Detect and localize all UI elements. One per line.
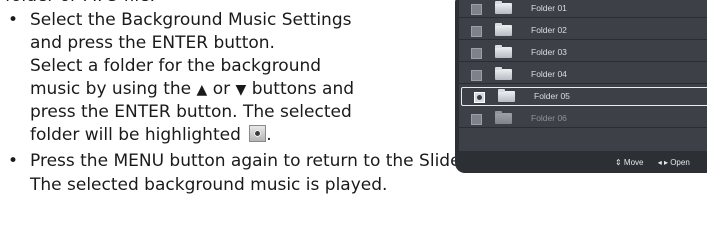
bullet-1-line-6: folder will be highlighted . <box>30 124 272 147</box>
folder-row-3[interactable]: Folder 03 <box>459 44 707 62</box>
folder-icon <box>498 89 515 102</box>
line-4-part-a: music by using the <box>30 79 197 99</box>
down-arrow-icon: ▼ <box>235 82 247 98</box>
bullet-2: • <box>8 151 19 171</box>
folder-list: Folder 01 Folder 02 Folder 03 Folder 04 … <box>459 0 707 151</box>
screen-footer: ⇕ Move ◂ ▸ Open <box>615 158 702 167</box>
folder-row-6[interactable]: Folder 06 <box>459 110 707 128</box>
line-6-end: . <box>266 125 272 145</box>
bullet-2-line-2: The selected background music is played. <box>30 175 388 195</box>
folder-label: Folder 02 <box>531 25 567 35</box>
radio-dot <box>254 130 262 137</box>
folder-icon <box>495 45 512 58</box>
folder-row-5-highlighted[interactable]: Folder 05 <box>461 87 707 106</box>
tv-screen-panel: Folder 01 Folder 02 Folder 03 Folder 04 … <box>455 0 707 173</box>
folder-label: Folder 03 <box>531 47 567 57</box>
folder-label: Folder 01 <box>531 3 567 13</box>
folder-row-1[interactable]: Folder 01 <box>459 0 707 18</box>
checkbox-icon[interactable] <box>471 48 482 59</box>
checkbox-icon[interactable] <box>471 26 482 37</box>
intro-text: folder or MP3 file. <box>5 0 155 8</box>
checkbox-icon[interactable] <box>471 114 482 125</box>
checkbox-icon[interactable] <box>471 4 482 15</box>
folder-label: Folder 04 <box>531 69 567 79</box>
bullet-1-line-5: press the ENTER button. The selected <box>30 102 352 122</box>
line-6-text: folder will be highlighted <box>30 125 241 145</box>
checkbox-icon[interactable] <box>471 70 482 81</box>
line-4-part-c: buttons and <box>246 79 355 99</box>
folder-icon <box>495 111 512 124</box>
folder-icon <box>495 23 512 36</box>
bullet-1-line-1: Select the Background Music Settings <box>30 10 352 30</box>
folder-icon <box>495 67 512 80</box>
up-arrow-icon: ▲ <box>196 82 208 98</box>
folder-label: Folder 05 <box>534 91 570 101</box>
bullet-1: • <box>8 10 19 30</box>
folder-icon <box>495 1 512 14</box>
bullet-1-line-4: music by using the ▲ or ▼ buttons and <box>30 78 354 102</box>
bullet-1-line-2: and press the ENTER button. <box>30 33 275 53</box>
folder-row-2[interactable]: Folder 02 <box>459 22 707 40</box>
bullet-1-line-3: Select a folder for the background <box>30 56 322 76</box>
folder-row-4[interactable]: Folder 04 <box>459 66 707 84</box>
selected-radio-icon <box>249 125 267 142</box>
move-hint: ⇕ Move <box>615 158 644 167</box>
selected-checkbox-icon[interactable] <box>474 92 485 103</box>
open-hint: ◂ ▸ Open <box>657 158 690 167</box>
folder-label: Folder 06 <box>531 113 567 123</box>
line-4-part-b: or <box>207 79 236 99</box>
